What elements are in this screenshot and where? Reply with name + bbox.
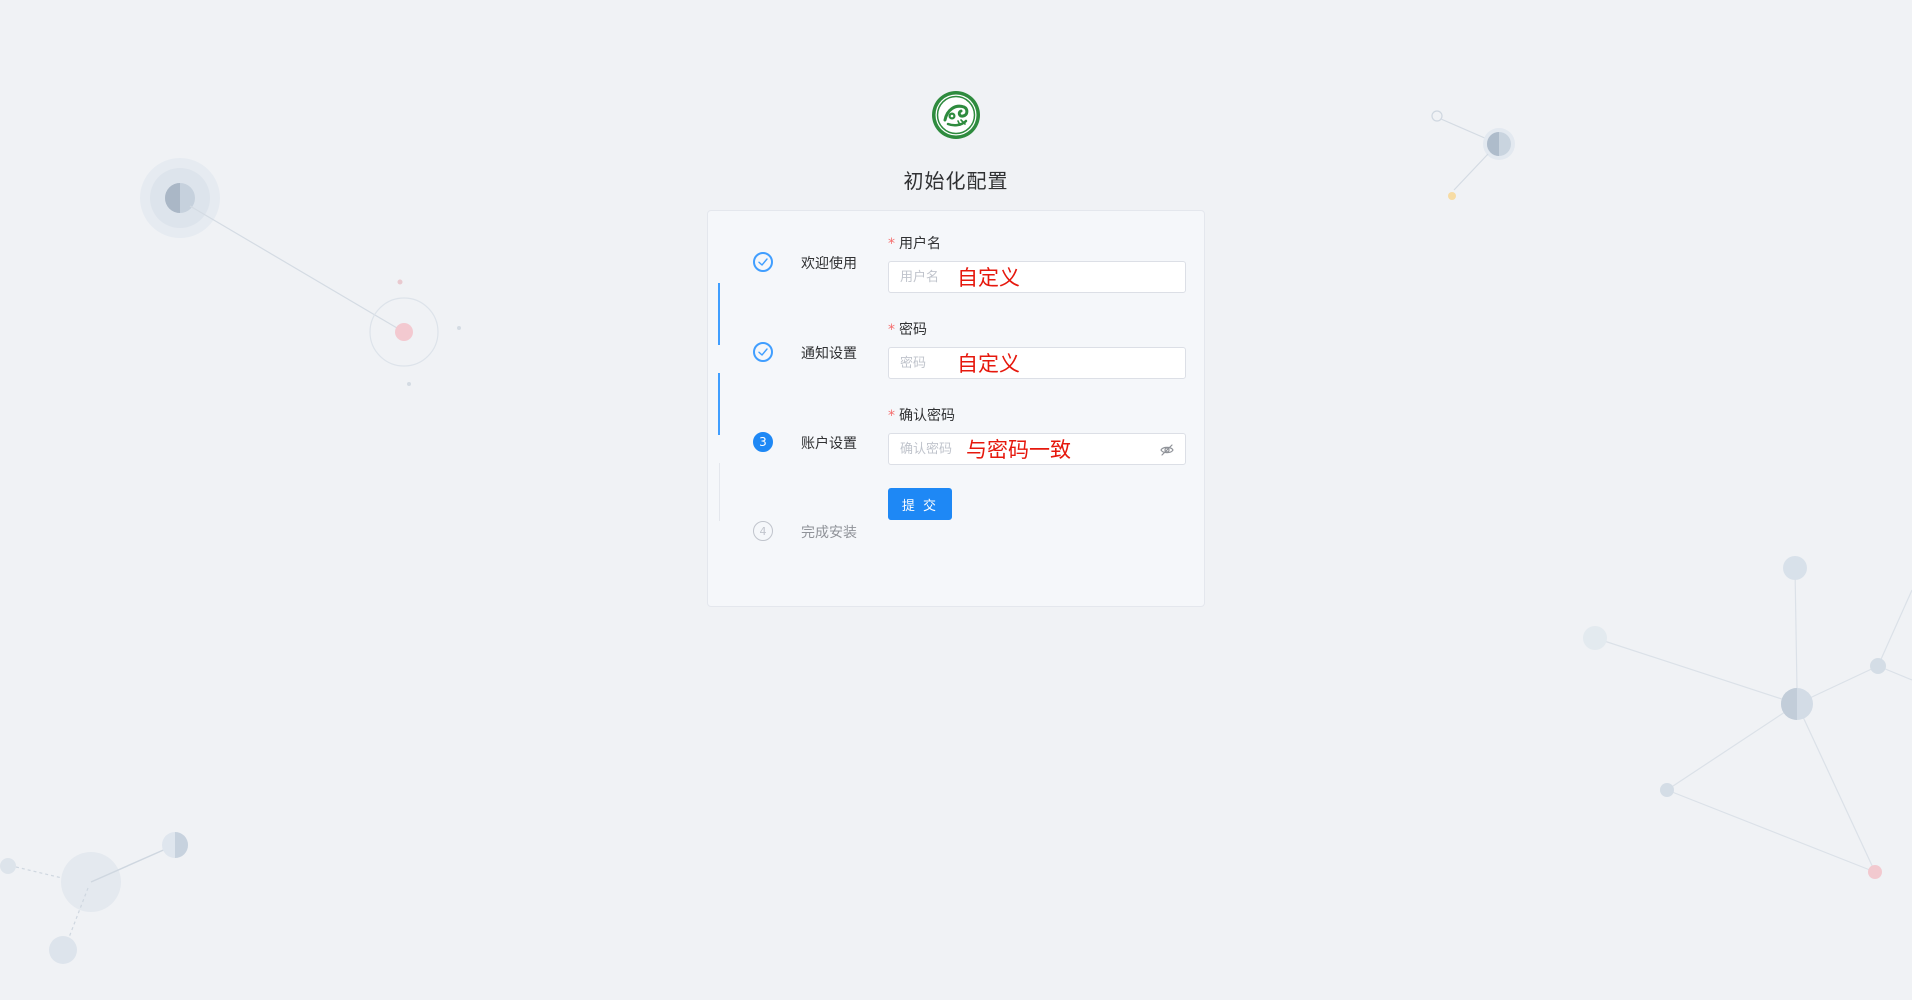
confirm-password-label: * 确认密码 xyxy=(888,405,955,425)
dragon-emblem-icon xyxy=(932,91,980,139)
required-mark: * xyxy=(888,236,895,252)
step-connector xyxy=(718,373,720,435)
page: 初始化配置 欢迎使用 通知设置 3 账户设置 4 完成安装 * 用户名 用户名 … xyxy=(0,0,1912,1000)
confirm-password-field[interactable]: 与密码一致 xyxy=(888,433,1186,465)
username-label-text: 用户名 xyxy=(899,236,941,252)
username-field[interactable]: 自定义 xyxy=(888,261,1186,293)
setup-card: 欢迎使用 通知设置 3 账户设置 4 完成安装 *用户名 自定义 *密码 xyxy=(707,210,1205,607)
step-label: 欢迎使用 xyxy=(801,256,857,272)
password-label: * 密码 xyxy=(888,319,927,339)
confirm-password-annotation: 与密码一致 xyxy=(966,438,1071,462)
step-number: 3 xyxy=(753,432,773,452)
password-label-text: 密码 xyxy=(899,322,927,338)
step-number: 4 xyxy=(753,521,773,541)
password-annotation: 自定义 xyxy=(957,352,1020,376)
step-label: 通知设置 xyxy=(801,346,857,362)
password-field[interactable]: 自定义 xyxy=(888,347,1186,379)
check-icon xyxy=(753,252,773,272)
check-icon xyxy=(753,342,773,362)
confirm-password-label-text: 确认密码 xyxy=(899,408,955,424)
step-label: 完成安装 xyxy=(801,525,857,541)
step-connector xyxy=(718,463,720,521)
username-label: * 用户名 xyxy=(888,233,941,253)
page-title: 初始化配置 xyxy=(903,169,1009,193)
required-mark: * xyxy=(888,322,895,338)
required-mark: * xyxy=(888,408,895,424)
step-connector xyxy=(718,283,720,345)
username-annotation: 自定义 xyxy=(957,266,1020,290)
submit-button[interactable]: 提 交 xyxy=(888,488,952,520)
eye-off-icon[interactable] xyxy=(1159,442,1175,458)
step-label: 账户设置 xyxy=(801,436,857,452)
